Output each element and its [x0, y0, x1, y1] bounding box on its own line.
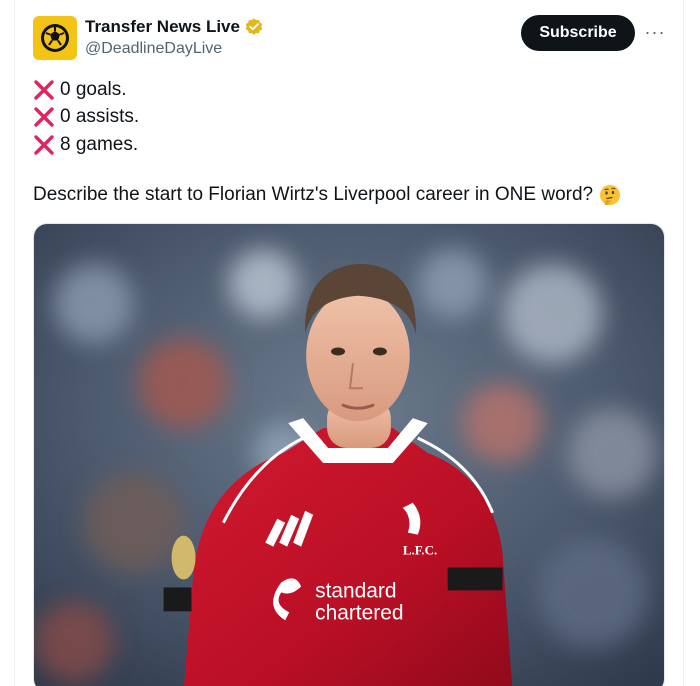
handle[interactable]: @DeadlineDayLive	[85, 40, 222, 58]
tweet-card: Transfer News Live @DeadlineDayLive Subs…	[14, 0, 684, 686]
stat-text: 8 games.	[60, 133, 139, 155]
question-text: Describe the start to Florian Wirtz's Li…	[33, 184, 594, 205]
avatar[interactable]	[33, 16, 77, 60]
stat-goals: 0 goals.	[33, 76, 139, 104]
tweet-question: Describe the start to Florian Wirtz's Li…	[33, 184, 621, 206]
thinking-face-icon	[600, 185, 621, 205]
sponsor-line-1: standard	[315, 579, 396, 602]
tweet-photo[interactable]: L.F.C. standard chartered	[33, 223, 665, 686]
more-options-icon[interactable]: ···	[643, 20, 667, 44]
display-name[interactable]: Transfer News Live	[85, 17, 240, 37]
club-crest-text: L.F.C.	[403, 543, 437, 558]
stat-text: 0 assists.	[60, 106, 140, 128]
sponsor-line-2: chartered	[315, 601, 403, 624]
player-photo: L.F.C. standard chartered	[34, 224, 664, 686]
subscribe-button[interactable]: Subscribe	[521, 15, 635, 51]
stat-text: 0 goals.	[60, 78, 127, 100]
verified-badge-icon	[245, 18, 263, 35]
tweet-stats-list: 0 goals. 0 assists. 8 games.	[33, 76, 139, 159]
cross-mark-icon	[34, 135, 54, 155]
author-name-row[interactable]: Transfer News Live	[85, 17, 264, 37]
stat-games: 8 games.	[33, 131, 139, 159]
cross-mark-icon	[34, 80, 54, 100]
football-clock-logo-icon	[41, 24, 69, 52]
stat-assists: 0 assists.	[33, 104, 139, 132]
cross-mark-icon	[34, 107, 54, 127]
